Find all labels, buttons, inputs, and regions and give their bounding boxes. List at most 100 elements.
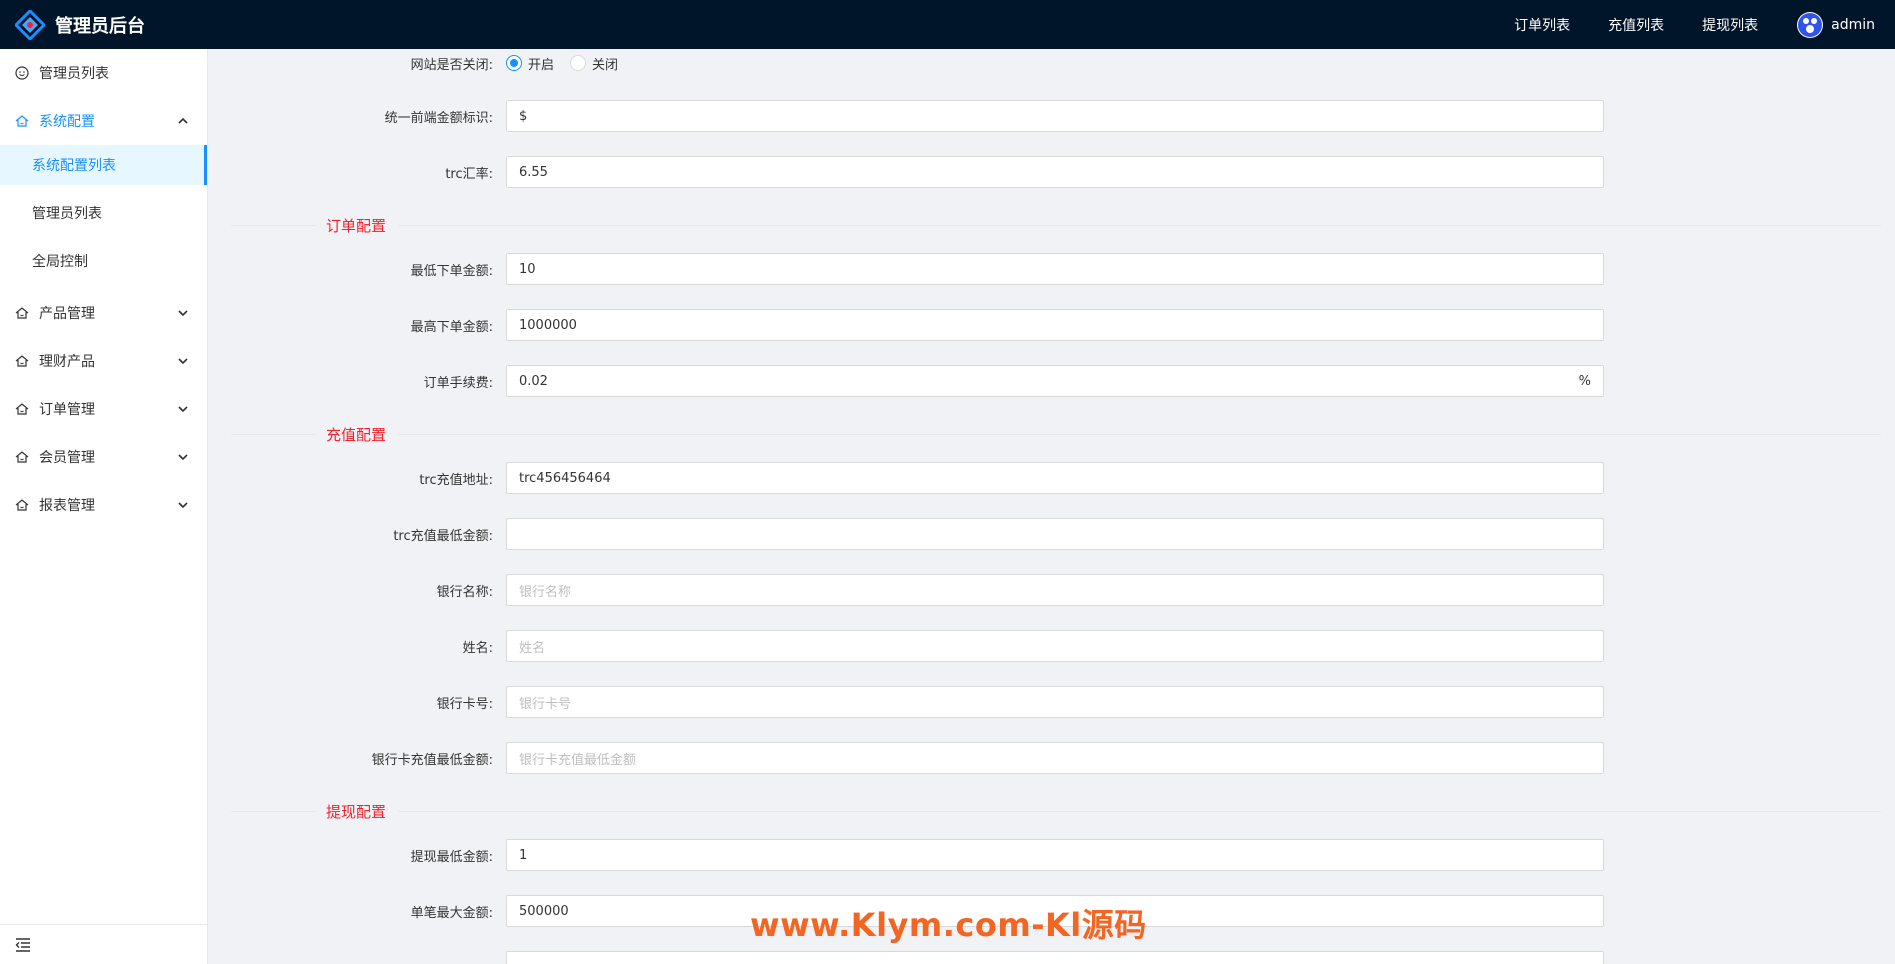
chevron-down-icon [178, 454, 188, 461]
divider [231, 810, 316, 812]
home-icon [15, 354, 29, 368]
section-title: 提现配置 [326, 802, 387, 821]
sidebar-item-member-management[interactable]: 会员管理 [0, 433, 207, 481]
user-menu[interactable]: admin [1777, 0, 1895, 49]
withdraw-min-input[interactable]: 1 [506, 839, 1604, 871]
radio-open[interactable] [506, 55, 522, 71]
field-label: 最低下单金额: [410, 263, 493, 279]
home-icon [15, 306, 29, 320]
sidebar-subitem-global-control[interactable]: 全局控制 [0, 241, 207, 281]
user-name: admin [1831, 16, 1875, 33]
divider [231, 433, 316, 435]
divider [398, 433, 1881, 435]
field-label: 姓名: [462, 640, 493, 656]
divider [398, 224, 1881, 226]
field-label: trc充值最低金额: [393, 528, 493, 544]
holder-name-input[interactable]: 姓名 [506, 630, 1604, 662]
nav-recharge-list[interactable]: 充值列表 [1589, 0, 1683, 49]
field-label: trc充值地址: [419, 472, 493, 488]
percent-suffix: % [1578, 373, 1591, 389]
menu-fold-icon [15, 937, 30, 952]
section-title: 订单配置 [326, 216, 387, 235]
avatar [1797, 11, 1824, 38]
sidebar-item-system-config[interactable]: 系统配置 [0, 97, 207, 145]
divider [231, 224, 316, 226]
chevron-down-icon [178, 502, 188, 509]
nav-order-list[interactable]: 订单列表 [1495, 0, 1589, 49]
sidebar-item-label: 产品管理 [39, 306, 95, 322]
sidebar-item-order-management[interactable]: 订单管理 [0, 385, 207, 433]
sidebar-item-label: 订单管理 [39, 402, 95, 418]
form-row-min-order: 最低下单金额: 10 [208, 253, 1895, 285]
sidebar-item-label: 报表管理 [39, 498, 95, 514]
card-min-input[interactable]: 银行卡充值最低金额 [506, 742, 1604, 774]
sidebar-item-label: 会员管理 [39, 450, 95, 466]
order-fee-input[interactable]: 0.02 % [506, 365, 1604, 397]
partial-input[interactable] [506, 951, 1604, 964]
radio-label-close: 关闭 [592, 57, 619, 73]
field-label: trc汇率: [445, 166, 493, 182]
trc-address-input[interactable]: trc456456464 [506, 462, 1604, 494]
home-icon [15, 450, 29, 464]
section-order-config: 订单配置 [231, 215, 1881, 235]
field-label: 统一前端金额标识: [384, 110, 493, 126]
header-nav: 订单列表 充值列表 提现列表 admin [1495, 0, 1895, 49]
form-row-partial [208, 951, 1895, 964]
section-title: 充值配置 [326, 425, 387, 444]
form-row-card-no: 银行卡号: 银行卡号 [208, 686, 1895, 718]
currency-symbol-input[interactable]: $ [506, 100, 1604, 132]
field-label: 银行卡号: [436, 696, 493, 712]
field-label: 银行名称: [436, 584, 493, 600]
smile-icon [15, 66, 29, 80]
sidebar-item-product-management[interactable]: 产品管理 [0, 289, 207, 337]
card-no-input[interactable]: 银行卡号 [506, 686, 1604, 718]
form-row-max-order: 最高下单金额: 1000000 [208, 309, 1895, 341]
trc-rate-input[interactable]: 6.55 [506, 156, 1604, 188]
bank-name-input[interactable]: 银行名称 [506, 574, 1604, 606]
sidebar-subitem-system-config-list[interactable]: 系统配置列表 [0, 145, 207, 185]
field-label: 单笔最大金额: [410, 905, 493, 921]
form-row-trc-address: trc充值地址: trc456456464 [208, 462, 1895, 494]
max-order-input[interactable]: 1000000 [506, 309, 1604, 341]
radio-close[interactable] [570, 55, 587, 71]
home-icon [15, 498, 29, 512]
form-row-site-close: 网站是否关闭: 开启 关闭 [208, 51, 1895, 75]
logo-icon [13, 8, 47, 41]
sidebar-collapse-toggle[interactable] [0, 924, 207, 964]
form-row-bank-name: 银行名称: 银行名称 [208, 574, 1895, 606]
section-recharge-config: 充值配置 [231, 424, 1881, 444]
form-row-trc-min: trc充值最低金额: [208, 518, 1895, 550]
sidebar: 管理员列表 系统配置 系统配置列表 管理员列表 全局控制 产品管理 理财产品 订… [0, 49, 208, 964]
form-row-trc-rate: trc汇率: 6.55 [208, 156, 1895, 188]
field-label: 网站是否关闭: [410, 57, 493, 73]
trc-min-input[interactable] [506, 518, 1604, 550]
min-order-input[interactable]: 10 [506, 253, 1604, 285]
sidebar-subitem-admin-list[interactable]: 管理员列表 [0, 193, 207, 233]
form-row-order-fee: 订单手续费: 0.02 % [208, 365, 1895, 397]
sidebar-item-report-management[interactable]: 报表管理 [0, 481, 207, 529]
form-row-currency-symbol: 统一前端金额标识: $ [208, 100, 1895, 132]
nav-withdraw-list[interactable]: 提现列表 [1683, 0, 1777, 49]
order-fee-value: 0.02 [519, 373, 548, 389]
sidebar-item-label: 理财产品 [39, 354, 95, 370]
app-title: 管理员后台 [55, 15, 145, 37]
field-label: 最高下单金额: [410, 319, 493, 335]
logo[interactable]: 管理员后台 [0, 0, 145, 49]
watermark: www.Klym.com-Kl源码 [750, 906, 1147, 944]
sidebar-item-wealth-products[interactable]: 理财产品 [0, 337, 207, 385]
sidebar-item-admin-list[interactable]: 管理员列表 [0, 49, 207, 97]
field-label: 提现最低金额: [410, 849, 493, 865]
divider [398, 810, 1881, 812]
form-row-holder-name: 姓名: 姓名 [208, 630, 1895, 662]
chevron-down-icon [178, 406, 188, 413]
form-row-withdraw-min: 提现最低金额: 1 [208, 839, 1895, 871]
home-icon [15, 402, 29, 416]
field-label: 订单手续费: [423, 375, 493, 391]
home-icon [15, 114, 29, 128]
sidebar-item-label: 管理员列表 [39, 66, 109, 82]
chevron-down-icon [178, 358, 188, 365]
form-row-card-min: 银行卡充值最低金额: 银行卡充值最低金额 [208, 742, 1895, 774]
config-form: 网站是否关闭: 开启 关闭 统一前端金额标识: $ trc汇率: 6.55 订单… [208, 49, 1895, 964]
field-label: 银行卡充值最低金额: [371, 752, 493, 768]
radio-label-open: 开启 [528, 57, 555, 73]
